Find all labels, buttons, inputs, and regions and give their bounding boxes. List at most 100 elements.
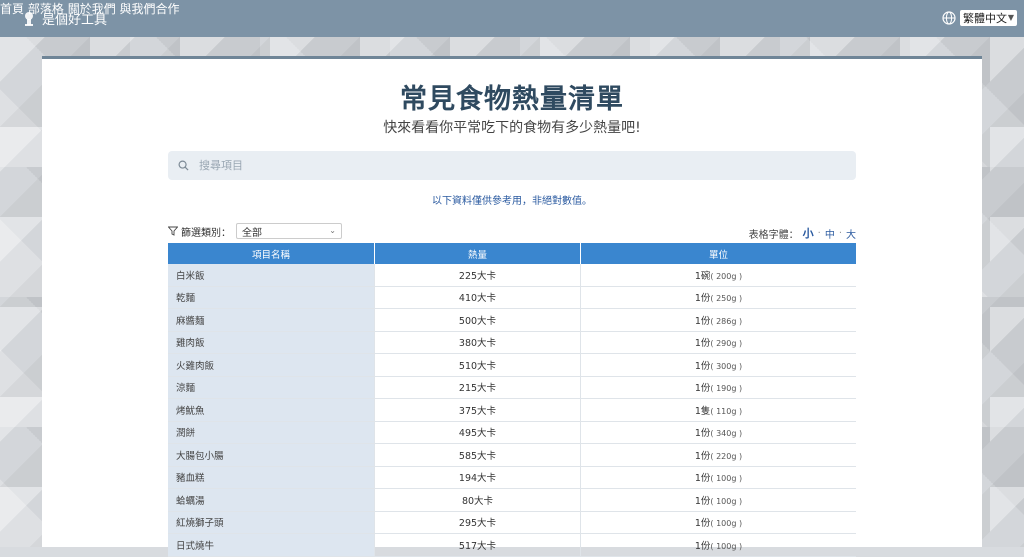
search-box[interactable] [168,151,856,180]
food-unit: 1份 [694,473,711,485]
food-unit-cell: 1碗( 200g ) [580,264,856,287]
table-header-row: 項目名稱 熱量 單位 [168,243,856,264]
food-unit: 1份 [694,338,711,350]
food-unit-cell: 1份( 100g ) [580,511,856,534]
disclaimer-notice: 以下資料僅供參考用，非絕對數值。 [432,196,592,207]
food-weight: ( 220g ) [710,451,743,461]
food-name: 蛤蠣湯 [168,488,375,512]
food-unit-cell: 1份( 100g ) [580,533,856,557]
font-size-control: 表格字體： 小 · 中 · 大 [749,225,856,241]
table-row: 乾麵 410大卡 1份( 250g ) [168,286,856,309]
food-calories: 500大卡 [374,308,581,332]
column-header-calories[interactable]: 熱量 [374,243,581,264]
food-calories: 215大卡 [374,376,581,399]
food-calories: 295大卡 [374,511,581,534]
calorie-table: 項目名稱 熱量 單位 白米飯 225大卡 1碗( 200g ) 乾麵 410大卡 1份( … [168,243,856,557]
food-weight: ( 100g ) [710,474,743,484]
food-calories: 495大卡 [374,421,581,444]
column-header-unit[interactable]: 單位 [580,243,856,264]
table-row: 豬血糕 194大卡 1份( 100g ) [168,466,856,489]
food-unit: 1隻 [694,405,711,417]
brand-link[interactable]: 是個好工具 [22,0,107,37]
brand-name: 是個好工具 [42,13,108,28]
food-unit-cell: 1份( 250g ) [580,286,856,309]
food-name: 雞肉飯 [168,331,375,354]
food-weight: ( 340g ) [710,429,743,439]
food-unit: 1份 [694,540,711,552]
separator: · [838,227,842,239]
table-row: 大腸包小腸 585大卡 1份( 220g ) [168,443,856,467]
food-unit-cell: 1份( 290g ) [580,331,856,354]
food-weight: ( 300g ) [710,361,743,371]
food-calories: 517大卡 [374,533,581,557]
table-row: 蛤蠣湯 80大卡 1份( 100g ) [168,488,856,512]
language-select[interactable]: 繁體中文 ▼ [960,10,1017,26]
food-name: 涼麵 [168,376,375,399]
food-name: 豬血糕 [168,466,375,489]
brand-logo-icon [25,11,33,26]
nav-home[interactable]: 首頁 [0,2,24,16]
food-weight: ( 200g ) [710,271,743,281]
food-name: 日式燒牛 [168,533,375,557]
chevron-down-icon: ▼ [1007,13,1014,22]
search-input[interactable] [197,158,801,173]
food-weight: ( 100g ) [710,541,743,551]
food-weight: ( 286g ) [710,316,743,326]
food-unit: 1份 [694,428,711,440]
font-size-small[interactable]: 小 [803,225,814,241]
food-unit: 1份 [694,495,711,507]
table-row: 烤魷魚 375大卡 1隻( 110g ) [168,398,856,422]
filter-label: 篩選類別： [181,227,231,239]
category-select-value: 全部 [242,227,262,239]
food-unit-cell: 1份( 100g ) [580,466,856,489]
food-unit: 1碗 [694,270,711,282]
food-name: 火雞肉飯 [168,353,375,377]
food-unit: 1份 [694,315,711,327]
food-unit-cell: 1份( 340g ) [580,421,856,444]
table-row: 日式燒牛 517大卡 1份( 100g ) [168,533,856,557]
food-name: 麻醬麵 [168,308,375,332]
food-unit: 1份 [694,450,711,462]
food-weight: ( 290g ) [710,339,743,349]
table-row: 紅燒獅子頭 295大卡 1份( 100g ) [168,511,856,534]
category-filter: 篩選類別： 全部 ⌄ [168,223,342,239]
food-unit-cell: 1份( 220g ) [580,443,856,467]
column-header-name[interactable]: 項目名稱 [168,243,375,264]
food-name: 潤餅 [168,421,375,444]
table-row: 麻醬麵 500大卡 1份( 286g ) [168,308,856,332]
search-icon [178,160,189,171]
food-name: 白米飯 [168,264,375,287]
food-weight: ( 100g ) [710,519,743,529]
page-subtitle: 快來看看你平常吃下的食物有多少熱量吧! [383,120,641,136]
table-body: 白米飯 225大卡 1碗( 200g ) 乾麵 410大卡 1份( 250g ) 麻醬麵 50… [168,264,856,557]
food-calories: 510大卡 [374,353,581,377]
food-unit: 1份 [694,360,711,372]
table-row: 白米飯 225大卡 1碗( 200g ) [168,264,856,287]
food-unit: 1份 [694,518,711,530]
page-title: 常見食物熱量清單 [400,84,624,115]
food-calories: 410大卡 [374,286,581,309]
food-calories: 194大卡 [374,466,581,489]
nav-cooperate[interactable]: 與我們合作 [120,2,180,16]
main-card: 常見食物熱量清單 快來看看你平常吃下的食物有多少熱量吧! 以下資料僅供參考用，非… [42,56,982,557]
food-weight: ( 110g ) [710,406,743,416]
table-row: 潤餅 495大卡 1份( 340g ) [168,421,856,444]
food-calories: 80大卡 [374,488,581,512]
food-unit: 1份 [694,293,711,305]
category-select[interactable]: 全部 ⌄ [236,223,342,239]
food-unit-cell: 1份( 100g ) [580,488,856,512]
food-name: 大腸包小腸 [168,443,375,467]
top-navbar: 是個好工具 首頁 部落格 關於我們 與我們合作 繁體中文 ▼ [0,0,1024,37]
font-size-large[interactable]: 大 [846,226,856,241]
table-row: 涼麵 215大卡 1份( 190g ) [168,376,856,399]
food-weight: ( 100g ) [710,496,743,506]
chevron-down-icon: ⌄ [329,226,336,235]
food-name: 紅燒獅子頭 [168,511,375,534]
table-row: 火雞肉飯 510大卡 1份( 300g ) [168,353,856,377]
font-size-label: 表格字體： [748,229,799,241]
food-name: 烤魷魚 [168,398,375,422]
food-unit-cell: 1份( 190g ) [580,376,856,399]
food-calories: 375大卡 [374,398,581,422]
font-size-medium[interactable]: 中 [825,226,835,241]
globe-icon [942,11,956,25]
